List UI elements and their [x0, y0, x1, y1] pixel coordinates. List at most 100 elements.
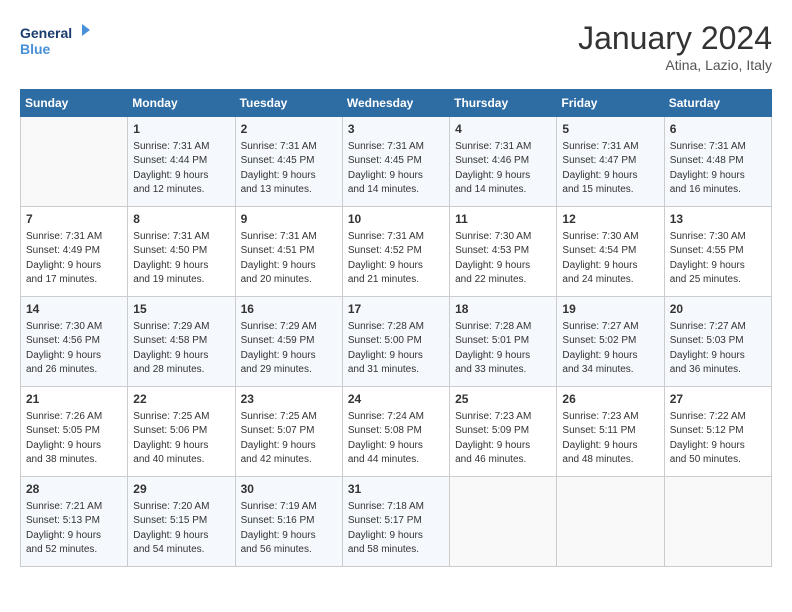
day-info: Sunrise: 7:26 AMSunset: 5:05 PMDaylight:… — [26, 410, 122, 468]
calendar-cell: 9 Sunrise: 7:31 AMSunset: 4:51 PMDaylight… — [235, 207, 342, 297]
day-info: Sunrise: 7:28 AMSunset: 5:00 PMDaylight:… — [348, 320, 444, 378]
page-header: General Blue January 2024 Atina, Lazio, … — [20, 20, 772, 73]
calendar-cell: 12 Sunrise: 7:30 AMSunset: 4:54 PMDayligh… — [557, 207, 664, 297]
day-info: Sunrise: 7:31 AMSunset: 4:49 PMDaylight:… — [26, 230, 122, 288]
day-number: 27 — [670, 391, 766, 408]
calendar-cell: 1 Sunrise: 7:31 AMSunset: 4:44 PMDaylight… — [128, 117, 235, 207]
day-number: 11 — [455, 211, 551, 228]
weekday-header-sunday: Sunday — [21, 90, 128, 117]
calendar-cell: 18Sunrise: 7:28 AMSunset: 5:01 PMDayligh… — [450, 297, 557, 387]
calendar-cell: 28Sunrise: 7:21 AMSunset: 5:13 PMDayligh… — [21, 477, 128, 567]
calendar-cell: 8Sunrise: 7:31 AMSunset: 4:50 PMDaylight… — [128, 207, 235, 297]
day-info: Sunrise: 7:28 AMSunset: 5:01 PMDaylight:… — [455, 320, 551, 378]
day-info: Sunrise: 7:29 AMSunset: 4:59 PMDaylight:… — [241, 320, 337, 378]
logo: General Blue — [20, 20, 90, 65]
month-title: January 2024 — [578, 20, 772, 57]
weekday-header-friday: Friday — [557, 90, 664, 117]
day-info: Sunrise: 7:23 AMSunset: 5:09 PMDaylight:… — [455, 410, 551, 468]
day-info: Sunrise: 7:31 AMSunset: 4:45 PMDaylight:… — [348, 140, 444, 198]
day-info: Sunrise: 7:23 AMSunset: 5:11 PMDaylight:… — [562, 410, 658, 468]
week-row-5: 28Sunrise: 7:21 AMSunset: 5:13 PMDayligh… — [21, 477, 772, 567]
day-number: 3 — [348, 121, 444, 138]
day-info: Sunrise: 7:24 AMSunset: 5:08 PMDaylight:… — [348, 410, 444, 468]
day-number: 13 — [670, 211, 766, 228]
day-number: 5 — [562, 121, 658, 138]
day-number: 19 — [562, 301, 658, 318]
day-info: Sunrise: 7:30 AMSunset: 4:55 PMDaylight:… — [670, 230, 766, 288]
day-number: 21 — [26, 391, 122, 408]
calendar-cell: 30 Sunrise: 7:19 AMSunset: 5:16 PMDayligh… — [235, 477, 342, 567]
day-number: 2 — [241, 121, 337, 138]
day-info: Sunrise: 7:30 AMSunset: 4:54 PMDaylight:… — [562, 230, 658, 288]
day-number: 8 — [133, 211, 229, 228]
calendar-cell: 13 Sunrise: 7:30 AMSunset: 4:55 PMDayligh… — [664, 207, 771, 297]
calendar-cell: 29 Sunrise: 7:20 AMSunset: 5:15 PMDayligh… — [128, 477, 235, 567]
svg-text:General: General — [20, 25, 72, 41]
calendar-cell: 3 Sunrise: 7:31 AMSunset: 4:45 PMDaylight… — [342, 117, 449, 207]
weekday-header-row: SundayMondayTuesdayWednesdayThursdayFrid… — [21, 90, 772, 117]
day-number: 23 — [241, 391, 337, 408]
calendar-cell: 16 Sunrise: 7:29 AMSunset: 4:59 PMDayligh… — [235, 297, 342, 387]
calendar-cell: 31Sunrise: 7:18 AMSunset: 5:17 PMDayligh… — [342, 477, 449, 567]
day-number: 26 — [562, 391, 658, 408]
day-number: 9 — [241, 211, 337, 228]
day-number: 29 — [133, 481, 229, 498]
day-info: Sunrise: 7:31 AMSunset: 4:45 PMDaylight:… — [241, 140, 337, 198]
day-number: 17 — [348, 301, 444, 318]
day-number: 14 — [26, 301, 122, 318]
calendar-cell: 26 Sunrise: 7:23 AMSunset: 5:11 PMDayligh… — [557, 387, 664, 477]
day-number: 20 — [670, 301, 766, 318]
day-number: 7 — [26, 211, 122, 228]
weekday-header-tuesday: Tuesday — [235, 90, 342, 117]
day-info: Sunrise: 7:31 AMSunset: 4:51 PMDaylight:… — [241, 230, 337, 288]
calendar-cell — [21, 117, 128, 207]
day-number: 16 — [241, 301, 337, 318]
day-info: Sunrise: 7:31 AMSunset: 4:46 PMDaylight:… — [455, 140, 551, 198]
day-number: 4 — [455, 121, 551, 138]
calendar-cell: 4 Sunrise: 7:31 AMSunset: 4:46 PMDaylight… — [450, 117, 557, 207]
day-info: Sunrise: 7:29 AMSunset: 4:58 PMDaylight:… — [133, 320, 229, 378]
day-info: Sunrise: 7:27 AMSunset: 5:02 PMDaylight:… — [562, 320, 658, 378]
calendar-cell: 6Sunrise: 7:31 AMSunset: 4:48 PMDaylight… — [664, 117, 771, 207]
day-info: Sunrise: 7:25 AMSunset: 5:07 PMDaylight:… — [241, 410, 337, 468]
day-number: 25 — [455, 391, 551, 408]
day-info: Sunrise: 7:31 AMSunset: 4:44 PMDaylight:… — [133, 140, 229, 198]
day-number: 31 — [348, 481, 444, 498]
day-number: 24 — [348, 391, 444, 408]
calendar-cell: 5 Sunrise: 7:31 AMSunset: 4:47 PMDaylight… — [557, 117, 664, 207]
day-number: 22 — [133, 391, 229, 408]
day-number: 12 — [562, 211, 658, 228]
day-info: Sunrise: 7:25 AMSunset: 5:06 PMDaylight:… — [133, 410, 229, 468]
day-info: Sunrise: 7:19 AMSunset: 5:16 PMDaylight:… — [241, 500, 337, 558]
day-info: Sunrise: 7:31 AMSunset: 4:47 PMDaylight:… — [562, 140, 658, 198]
week-row-1: 1 Sunrise: 7:31 AMSunset: 4:44 PMDaylight… — [21, 117, 772, 207]
calendar-cell: 22 Sunrise: 7:25 AMSunset: 5:06 PMDayligh… — [128, 387, 235, 477]
calendar-cell: 10Sunrise: 7:31 AMSunset: 4:52 PMDayligh… — [342, 207, 449, 297]
week-row-4: 21 Sunrise: 7:26 AMSunset: 5:05 PMDayligh… — [21, 387, 772, 477]
weekday-header-wednesday: Wednesday — [342, 90, 449, 117]
day-info: Sunrise: 7:30 AMSunset: 4:56 PMDaylight:… — [26, 320, 122, 378]
calendar-cell — [450, 477, 557, 567]
day-info: Sunrise: 7:22 AMSunset: 5:12 PMDaylight:… — [670, 410, 766, 468]
weekday-header-saturday: Saturday — [664, 90, 771, 117]
svg-text:Blue: Blue — [20, 41, 51, 57]
calendar-cell: 15Sunrise: 7:29 AMSunset: 4:58 PMDayligh… — [128, 297, 235, 387]
calendar-cell: 11 Sunrise: 7:30 AMSunset: 4:53 PMDayligh… — [450, 207, 557, 297]
calendar-cell: 25 Sunrise: 7:23 AMSunset: 5:09 PMDayligh… — [450, 387, 557, 477]
day-info: Sunrise: 7:27 AMSunset: 5:03 PMDaylight:… — [670, 320, 766, 378]
title-block: January 2024 Atina, Lazio, Italy — [578, 20, 772, 73]
day-number: 28 — [26, 481, 122, 498]
week-row-3: 14 Sunrise: 7:30 AMSunset: 4:56 PMDayligh… — [21, 297, 772, 387]
weekday-header-thursday: Thursday — [450, 90, 557, 117]
calendar-table: SundayMondayTuesdayWednesdayThursdayFrid… — [20, 89, 772, 567]
day-info: Sunrise: 7:20 AMSunset: 5:15 PMDaylight:… — [133, 500, 229, 558]
day-info: Sunrise: 7:30 AMSunset: 4:53 PMDaylight:… — [455, 230, 551, 288]
calendar-cell: 23 Sunrise: 7:25 AMSunset: 5:07 PMDayligh… — [235, 387, 342, 477]
day-number: 10 — [348, 211, 444, 228]
day-number: 1 — [133, 121, 229, 138]
day-info: Sunrise: 7:31 AMSunset: 4:48 PMDaylight:… — [670, 140, 766, 198]
calendar-cell: 24 Sunrise: 7:24 AMSunset: 5:08 PMDayligh… — [342, 387, 449, 477]
calendar-cell — [664, 477, 771, 567]
day-number: 30 — [241, 481, 337, 498]
weekday-header-monday: Monday — [128, 90, 235, 117]
